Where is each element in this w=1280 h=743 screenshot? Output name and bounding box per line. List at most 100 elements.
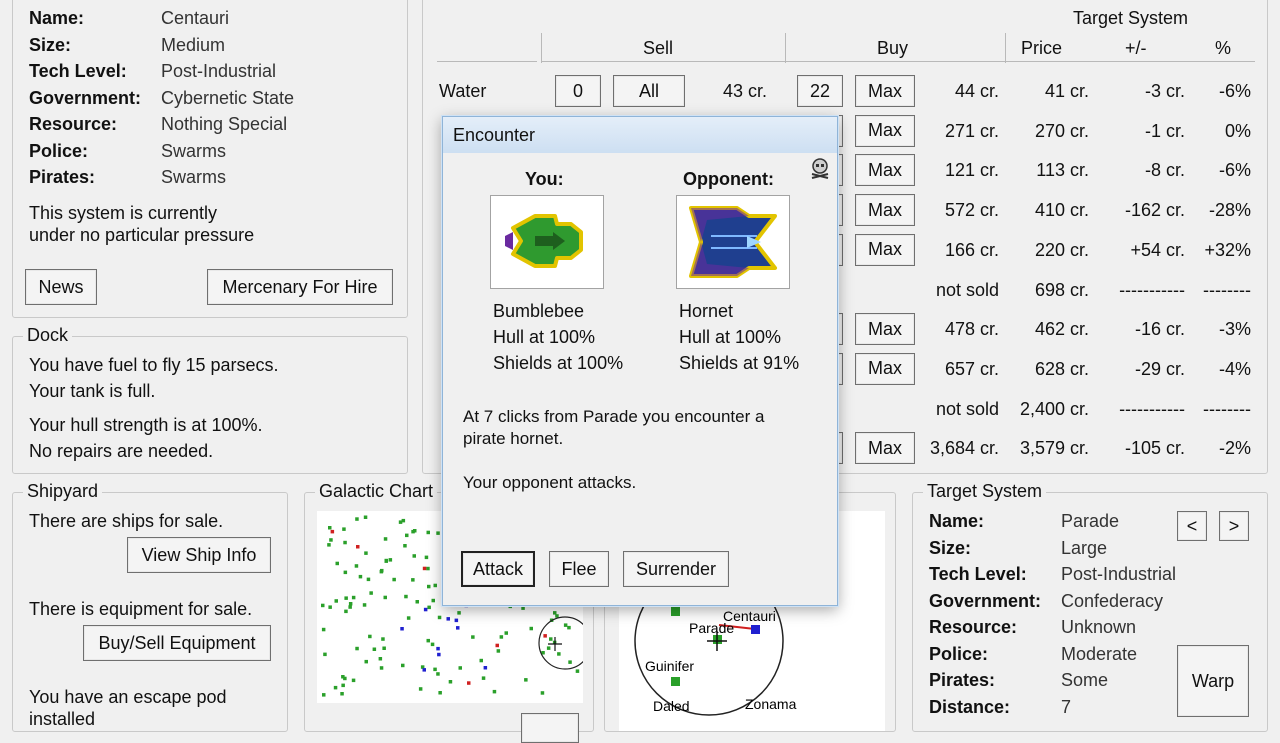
galaxy-system-dot[interactable] bbox=[321, 603, 325, 608]
galaxy-system-dot[interactable] bbox=[342, 527, 346, 531]
buy-max-button[interactable]: Max bbox=[855, 114, 915, 147]
galaxy-system-dot[interactable] bbox=[481, 676, 486, 680]
buy-max-button[interactable]: Max bbox=[855, 194, 915, 227]
galaxy-system-dot[interactable] bbox=[379, 666, 384, 670]
surrender-button[interactable]: Surrender bbox=[623, 551, 729, 587]
galaxy-system-dot[interactable] bbox=[358, 574, 363, 579]
galaxy-system-dot[interactable] bbox=[549, 637, 553, 641]
galaxy-system-dot[interactable] bbox=[382, 646, 386, 651]
galaxy-system-dot[interactable] bbox=[424, 555, 429, 560]
galaxy-system-dot[interactable] bbox=[321, 627, 326, 632]
next-system-button[interactable]: > bbox=[1219, 511, 1249, 541]
galaxy-system-dot[interactable] bbox=[433, 667, 437, 672]
galaxy-system-dot[interactable] bbox=[351, 595, 356, 600]
galaxy-system-dot[interactable] bbox=[436, 531, 440, 535]
galaxy-system-dot[interactable] bbox=[355, 517, 359, 521]
galaxy-system-dot[interactable] bbox=[426, 530, 431, 535]
buy-max-button[interactable]: Max bbox=[855, 352, 915, 385]
galaxy-system-dot[interactable] bbox=[529, 626, 534, 631]
galaxy-system-dot[interactable] bbox=[563, 623, 568, 627]
galaxy-system-dot[interactable] bbox=[496, 649, 501, 653]
galaxy-system-dot[interactable] bbox=[499, 635, 504, 639]
galaxy-system-dot[interactable] bbox=[341, 683, 345, 688]
galaxy-system-dot[interactable] bbox=[379, 569, 384, 574]
galaxy-system-dot[interactable] bbox=[364, 659, 369, 664]
galaxy-system-dot[interactable] bbox=[355, 646, 359, 651]
view-ship-info-button[interactable]: View Ship Info bbox=[127, 537, 271, 573]
galaxy-system-dot[interactable] bbox=[557, 652, 561, 656]
galaxy-system-dot[interactable] bbox=[348, 602, 353, 606]
galaxy-system-dot[interactable] bbox=[422, 566, 427, 571]
galactic-chart-find-button[interactable] bbox=[521, 713, 579, 743]
galaxy-system-dot[interactable] bbox=[406, 616, 411, 620]
buy-max-button[interactable]: Max bbox=[855, 75, 915, 107]
galaxy-system-dot[interactable] bbox=[329, 538, 333, 542]
galaxy-system-dot[interactable] bbox=[433, 583, 438, 588]
galaxy-system-dot[interactable] bbox=[436, 646, 440, 651]
galaxy-system-dot[interactable] bbox=[343, 570, 348, 575]
galaxy-system-dot[interactable] bbox=[457, 611, 461, 615]
galaxy-system-dot[interactable] bbox=[456, 626, 460, 630]
galaxy-system-dot[interactable] bbox=[351, 678, 356, 683]
galaxy-system-dot[interactable] bbox=[333, 685, 338, 690]
galaxy-system-dot[interactable] bbox=[383, 537, 388, 541]
galaxy-system-dot[interactable] bbox=[555, 614, 559, 618]
galaxy-system-dot[interactable] bbox=[322, 693, 326, 697]
galaxy-system-dot[interactable] bbox=[364, 551, 368, 555]
galaxy-system-dot[interactable] bbox=[328, 526, 332, 530]
galaxy-system-dot[interactable] bbox=[404, 594, 408, 599]
galaxy-system-dot[interactable] bbox=[426, 566, 430, 571]
galaxy-system-dot[interactable] bbox=[400, 627, 404, 631]
galaxy-system-dot[interactable] bbox=[372, 647, 377, 652]
galaxy-system-dot[interactable] bbox=[479, 658, 484, 663]
galaxy-system-dot[interactable] bbox=[575, 669, 580, 673]
galaxy-system-dot[interactable] bbox=[366, 577, 371, 582]
galaxy-system-dot[interactable] bbox=[426, 638, 431, 643]
galaxy-system-dot[interactable] bbox=[388, 558, 393, 562]
galaxy-system-dot[interactable] bbox=[344, 609, 348, 614]
galaxy-system-dot[interactable] bbox=[327, 543, 331, 547]
galaxy-system-dot[interactable] bbox=[458, 666, 463, 670]
buy-max-button[interactable]: Max bbox=[855, 432, 915, 465]
galaxy-system-dot[interactable] bbox=[543, 634, 547, 638]
galaxy-system-dot[interactable] bbox=[405, 533, 409, 538]
galaxy-system-dot[interactable] bbox=[448, 680, 453, 684]
galaxy-system-dot[interactable] bbox=[384, 558, 389, 563]
galaxy-system-dot[interactable] bbox=[504, 631, 509, 635]
galaxy-system-dot[interactable] bbox=[415, 600, 420, 604]
galaxy-system-dot[interactable] bbox=[343, 676, 347, 681]
galaxy-system-dot[interactable] bbox=[467, 681, 471, 685]
galaxy-system-dot[interactable] bbox=[334, 599, 339, 603]
galaxy-system-dot[interactable] bbox=[427, 605, 431, 610]
buy-max-button[interactable]: Max bbox=[855, 313, 915, 346]
galaxy-system-dot[interactable] bbox=[446, 617, 451, 621]
galaxy-system-dot[interactable] bbox=[568, 660, 572, 664]
galaxy-system-dot[interactable] bbox=[368, 634, 372, 639]
galaxy-system-dot[interactable] bbox=[363, 515, 368, 520]
attack-button[interactable]: Attack bbox=[461, 551, 535, 587]
galaxy-system-dot[interactable] bbox=[401, 663, 405, 668]
galaxy-system-dot[interactable] bbox=[553, 611, 557, 615]
galaxy-system-dot[interactable] bbox=[392, 577, 396, 582]
previous-system-button[interactable]: < bbox=[1177, 511, 1207, 541]
galaxy-system-dot[interactable] bbox=[348, 605, 352, 609]
galaxy-system-dot[interactable] bbox=[356, 545, 360, 549]
galaxy-system-dot[interactable] bbox=[343, 540, 347, 545]
galaxy-system-dot[interactable] bbox=[411, 529, 415, 534]
galaxy-system-dot[interactable] bbox=[340, 692, 344, 696]
galaxy-system-dot[interactable] bbox=[471, 635, 475, 639]
buy-quantity-button[interactable]: 22 bbox=[797, 75, 843, 107]
galaxy-system-dot[interactable] bbox=[369, 591, 373, 595]
galaxy-system-dot[interactable] bbox=[330, 529, 335, 534]
galaxy-system-dot[interactable] bbox=[335, 561, 340, 566]
buy-sell-equipment-button[interactable]: Buy/Sell Equipment bbox=[83, 625, 271, 661]
sell-quantity-button[interactable]: 0 bbox=[555, 75, 601, 107]
galaxy-system-dot[interactable] bbox=[427, 584, 431, 589]
galaxy-system-dot[interactable] bbox=[354, 564, 359, 568]
galaxy-system-dot[interactable] bbox=[423, 607, 428, 612]
galaxy-system-dot[interactable] bbox=[436, 672, 440, 676]
galaxy-system-dot[interactable] bbox=[495, 643, 500, 648]
news-button[interactable]: News bbox=[25, 269, 97, 305]
mercenary-for-hire-button[interactable]: Mercenary For Hire bbox=[207, 269, 393, 305]
galaxy-system-dot[interactable] bbox=[383, 595, 388, 600]
